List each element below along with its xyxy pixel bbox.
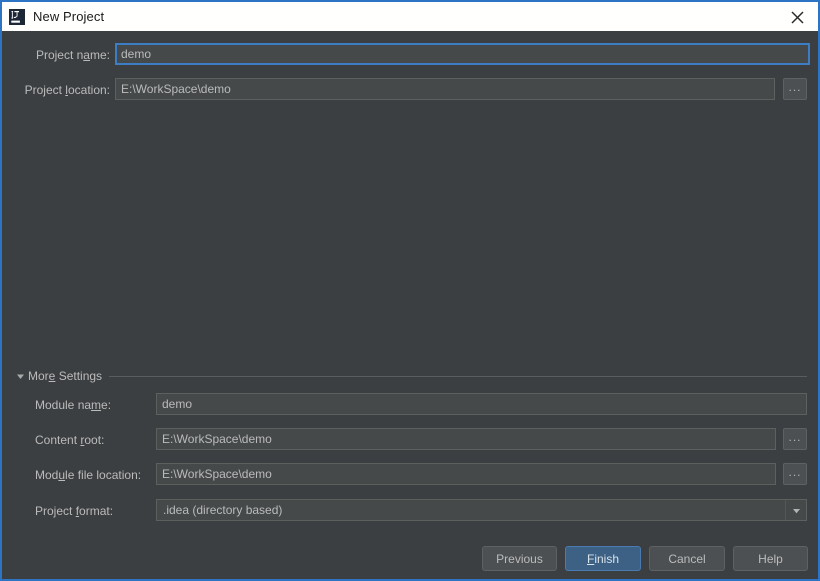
close-icon[interactable] [782,5,812,29]
module-file-location-browse-button[interactable]: ... [783,463,807,485]
more-settings-label: More Settings [28,369,103,383]
project-format-label: Project format: [35,504,114,518]
finish-button[interactable]: Finish [565,546,641,571]
module-file-location-label: Module file location: [35,468,142,482]
module-file-location-input[interactable]: E:\WorkSpace\demo [156,463,776,485]
project-format-select[interactable]: .idea (directory based) [156,499,807,521]
chevron-down-icon [15,371,25,381]
project-name-input[interactable]: demo [115,43,810,65]
project-location-label: Project location: [24,83,110,97]
more-settings-separator [109,375,807,377]
project-format-value: .idea (directory based) [163,503,283,517]
module-name-label: Module name: [35,398,112,412]
project-location-browse-button[interactable]: ... [783,78,807,100]
dialog-title: New Project [33,9,105,24]
content-root-input[interactable]: E:\WorkSpace\demo [156,428,776,450]
dialog-content: Project name: demo Project location: E:\… [2,31,818,579]
content-root-browse-button[interactable]: ... [783,428,807,450]
project-location-input[interactable]: E:\WorkSpace\demo [115,78,775,100]
intellij-idea-logo-icon [9,8,25,25]
previous-button[interactable]: Previous [482,546,557,571]
ellipsis-browse-icon: ... [788,79,802,94]
module-name-input[interactable]: demo [156,393,807,415]
project-name-label: Project name: [35,48,110,62]
chevron-down-icon[interactable] [785,500,806,520]
ellipsis-browse-icon: ... [788,464,802,479]
content-root-label: Content root: [35,433,105,447]
ellipsis-browse-icon: ... [788,429,802,444]
cancel-button[interactable]: Cancel [649,546,725,571]
dialog-titlebar: New Project [2,0,818,31]
more-settings-header[interactable]: More Settings [15,369,807,383]
new-project-dialog: New Project Project name: demo Project l… [0,0,820,581]
help-button[interactable]: Help [733,546,808,571]
